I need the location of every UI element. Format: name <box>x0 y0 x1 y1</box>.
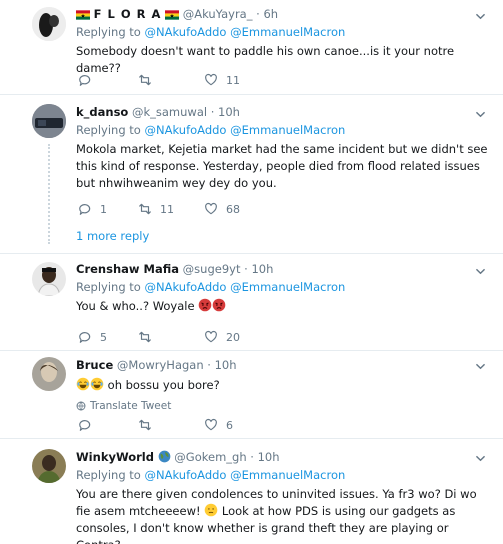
avatar-image <box>32 104 66 138</box>
user-handle[interactable]: @suge9yt <box>183 262 241 276</box>
mention-link[interactable]: @NAkufoAddo <box>145 280 227 294</box>
retweet-button[interactable] <box>138 329 160 345</box>
retweet-button[interactable] <box>138 72 160 88</box>
tweet-actions: 1 11 68 <box>76 201 376 217</box>
face-with-tears-of-joy-emoji <box>76 377 90 391</box>
tweet-bruce[interactable]: Bruce @MowryHagan · 10h oh bossu you bor… <box>0 352 503 439</box>
tweet-winkyworld[interactable]: WinkyWorld @Gokem_gh · 10h Replying to @… <box>0 440 503 544</box>
retweet-button[interactable]: 11 <box>138 201 174 217</box>
tweet-crenshaw-mafia[interactable]: Crenshaw Mafia @suge9yt · 10h Replying t… <box>0 255 503 351</box>
like-button[interactable]: 11 <box>204 72 240 88</box>
caret-down-icon[interactable] <box>476 110 485 119</box>
timestamp[interactable]: 10h <box>218 105 240 119</box>
tweet-text-row: You & who..? Woyale <box>76 298 489 315</box>
face-with-tears-of-joy-emoji <box>90 377 104 391</box>
replying-to: Replying to @NAkufoAddo @EmmanuelMacron <box>76 25 346 39</box>
like-button[interactable]: 6 <box>204 417 233 433</box>
like-icon <box>204 202 218 216</box>
avatar[interactable] <box>32 262 66 296</box>
like-button[interactable]: 20 <box>204 329 240 345</box>
timestamp[interactable]: 6h <box>263 7 278 21</box>
avatar-image <box>32 357 66 391</box>
reply-icon <box>78 202 92 216</box>
globe-icon <box>76 401 86 411</box>
user-handle[interactable]: @k_samuwal <box>132 105 207 119</box>
mention-link[interactable]: @NAkufoAddo <box>145 123 227 137</box>
replying-to: Replying to @NAkufoAddo @EmmanuelMacron <box>76 280 346 294</box>
retweet-icon <box>138 202 152 216</box>
avatar[interactable] <box>32 7 66 41</box>
tweet-text-row: oh bossu you bore? <box>76 377 489 394</box>
tweet-actions: 5 20 <box>76 329 376 345</box>
mention-link[interactable]: @EmmanuelMacron <box>230 468 345 482</box>
display-name[interactable]: k_danso <box>76 105 128 119</box>
display-name[interactable]: Crenshaw Mafia <box>76 262 179 276</box>
avatar-image <box>32 262 66 296</box>
display-name[interactable]: Bruce <box>76 358 113 372</box>
tweet-header: Crenshaw Mafia @suge9yt · 10h <box>76 262 274 276</box>
like-icon <box>204 73 218 87</box>
tweet-header: WinkyWorld @Gokem_gh · 10h <box>76 450 280 464</box>
avatar-image <box>32 7 66 41</box>
retweet-icon <box>138 73 152 87</box>
globe-earth-emoji <box>158 450 171 463</box>
avatar-image <box>32 449 66 483</box>
caret-down-icon[interactable] <box>476 267 485 276</box>
angry-face-emoji <box>198 298 212 312</box>
mention-link[interactable]: @EmmanuelMacron <box>230 25 345 39</box>
tweet-header: k_danso @k_samuwal · 10h <box>76 105 240 119</box>
user-handle[interactable]: @Gokem_gh <box>174 450 246 464</box>
tweet-text: Mokola market, Kejetia market had the sa… <box>76 142 488 190</box>
reply-button[interactable]: 5 <box>78 329 107 345</box>
mention-link[interactable]: @NAkufoAddo <box>145 468 227 482</box>
timestamp[interactable]: 10h <box>258 450 280 464</box>
tweet-actions: 11 <box>76 72 376 88</box>
tweet-text: You & who..? Woyale <box>76 299 195 313</box>
more-replies-link[interactable]: 1 more reply <box>76 229 149 243</box>
tweet-k-danso[interactable]: k_danso @k_samuwal · 10h Replying to @NA… <box>0 96 503 254</box>
user-handle[interactable]: @MowryHagan <box>117 358 204 372</box>
like-icon <box>204 330 218 344</box>
display-name[interactable]: WinkyWorld <box>76 450 154 464</box>
tweet-text: oh bossu you bore? <box>107 378 220 392</box>
reply-icon <box>78 330 92 344</box>
replying-to: Replying to @NAkufoAddo @EmmanuelMacron <box>76 123 346 137</box>
retweet-icon <box>138 418 152 432</box>
caret-down-icon[interactable] <box>476 12 485 21</box>
caret-down-icon[interactable] <box>476 454 485 463</box>
reply-button[interactable] <box>78 72 100 88</box>
like-button[interactable]: 68 <box>204 201 240 217</box>
user-handle[interactable]: @AkuYayra_ <box>183 7 253 21</box>
reply-icon <box>78 73 92 87</box>
tweet-header: F L O R A @AkuYayra_ · 6h <box>76 6 489 22</box>
avatar[interactable] <box>32 449 66 483</box>
retweet-button[interactable] <box>138 417 160 433</box>
angry-face-emoji <box>212 298 226 312</box>
mention-link[interactable]: @NAkufoAddo <box>145 25 227 39</box>
tweet-actions: 6 <box>76 417 376 433</box>
timestamp[interactable]: 10h <box>251 262 273 276</box>
like-icon <box>204 418 218 432</box>
reply-icon <box>78 418 92 432</box>
retweet-icon <box>138 330 152 344</box>
avatar[interactable] <box>32 104 66 138</box>
caret-down-icon[interactable] <box>476 362 485 371</box>
reply-button[interactable] <box>78 417 100 433</box>
tweet-flora[interactable]: F L O R A @AkuYayra_ · 6h Replying to @N… <box>0 0 503 95</box>
mention-link[interactable]: @EmmanuelMacron <box>230 123 345 137</box>
ghana-flag-icon <box>76 10 90 20</box>
avatar[interactable] <box>32 357 66 391</box>
display-name[interactable]: F L O R A <box>94 7 162 21</box>
timestamp[interactable]: 10h <box>215 358 237 372</box>
disappointed-face-emoji <box>204 503 218 517</box>
tweet-text-row: You are there given condolences to uninv… <box>76 486 489 544</box>
mention-link[interactable]: @EmmanuelMacron <box>230 280 345 294</box>
translate-tweet-link[interactable]: Translate Tweet <box>76 400 489 412</box>
tweet-header: Bruce @MowryHagan · 10h <box>76 358 237 372</box>
replying-to: Replying to @NAkufoAddo @EmmanuelMacron <box>76 468 346 482</box>
reply-button[interactable]: 1 <box>78 201 107 217</box>
thread-line <box>48 144 50 244</box>
ghana-flag-icon <box>165 10 179 20</box>
